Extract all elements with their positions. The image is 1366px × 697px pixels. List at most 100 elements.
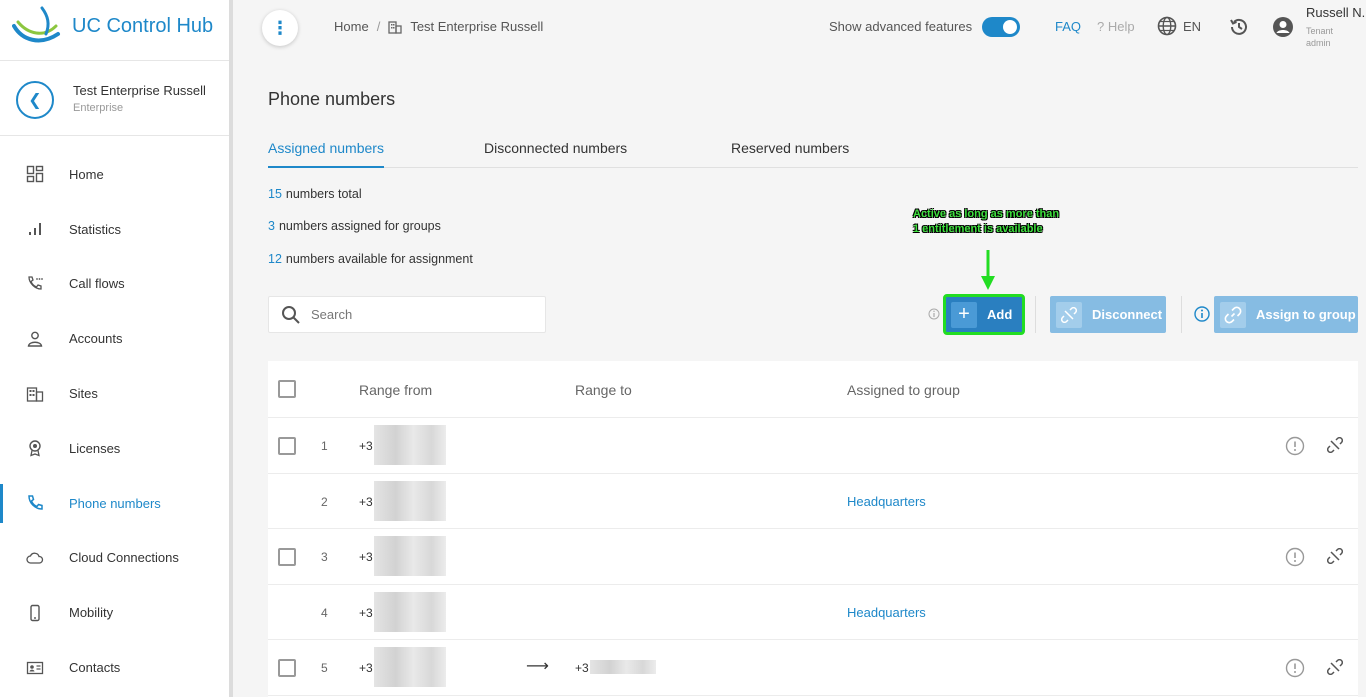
history-button[interactable]: [1228, 16, 1250, 43]
page-title: Phone numbers: [268, 89, 396, 109]
sidebar-item-phone-numbers[interactable]: Phone numbers: [0, 476, 229, 531]
breadcrumb-home[interactable]: Home: [334, 19, 369, 34]
call-flow-icon: [25, 274, 45, 294]
column-range-from[interactable]: Range from: [359, 382, 432, 398]
logo-swoosh-icon: [12, 6, 60, 43]
row-index: 4: [321, 605, 328, 620]
enterprise-name: Test Enterprise Russell: [73, 83, 206, 98]
alert-circle-icon[interactable]: [1285, 436, 1305, 461]
building-icon: [25, 384, 45, 404]
faq-link[interactable]: FAQ: [1055, 19, 1081, 34]
search-box: [268, 296, 546, 333]
help-link[interactable]: ? Help: [1097, 19, 1135, 34]
more-menu-button[interactable]: ⋮: [262, 10, 298, 46]
breadcrumb-separator: /: [376, 19, 381, 34]
range-from-value: +3: [359, 605, 373, 620]
select-all-checkbox[interactable]: [278, 380, 296, 398]
breadcrumb-enterprise[interactable]: Test Enterprise Russell: [410, 19, 543, 34]
assign-to-group-button[interactable]: Assign to group: [1214, 296, 1358, 333]
advanced-features-label: Show advanced features: [829, 19, 973, 34]
contact-card-icon: [25, 658, 45, 678]
column-assigned-group[interactable]: Assigned to group: [847, 382, 960, 398]
info-icon[interactable]: [1194, 306, 1210, 327]
table-row[interactable]: 2 +3 Headquarters: [268, 474, 1358, 530]
sidebar-item-label: Mobility: [69, 605, 114, 621]
row-checkbox[interactable]: [278, 437, 296, 455]
disconnect-button[interactable]: Disconnect: [1050, 296, 1166, 333]
sidebar-item-contacts[interactable]: Contacts: [0, 640, 229, 695]
assigned-group-link[interactable]: Headquarters: [847, 605, 926, 620]
plus-icon: +: [951, 301, 977, 328]
tab-disconnected-numbers[interactable]: Disconnected numbers: [484, 140, 627, 168]
alert-circle-icon[interactable]: [1285, 658, 1305, 683]
sidebar: UC Control Hub ❮ Test Enterprise Russell…: [0, 0, 229, 697]
sidebar-item-cloud-connections[interactable]: Cloud Connections: [0, 531, 229, 586]
building-icon: [388, 20, 402, 34]
sidebar-item-licenses[interactable]: Licenses: [0, 421, 229, 476]
range-from-value: +3: [359, 550, 373, 565]
enterprise-type: Enterprise: [73, 102, 124, 114]
sidebar-item-mobility[interactable]: Mobility: [0, 585, 229, 640]
sidebar-item-label: Licenses: [69, 440, 121, 456]
table-row[interactable]: 1 +3: [268, 418, 1358, 474]
sidebar-item-accounts[interactable]: Accounts: [0, 311, 229, 366]
table-row[interactable]: 3 +3: [268, 529, 1358, 585]
redacted-number: [374, 480, 446, 521]
search-input[interactable]: [311, 307, 531, 322]
back-button[interactable]: ❮: [16, 81, 54, 119]
sidebar-item-home[interactable]: Home: [0, 147, 229, 202]
table-row[interactable]: 5 +3 ⟶ +3: [268, 640, 1358, 696]
disconnect-button-label: Disconnect: [1092, 307, 1163, 322]
table-row[interactable]: 4 +3 Headquarters: [268, 585, 1358, 641]
disconnect-row-icon[interactable]: [1326, 659, 1344, 680]
sidebar-item-call-flows[interactable]: Call flows: [0, 257, 229, 312]
user-name[interactable]: Russell N.: [1306, 5, 1365, 20]
tab-bar: Assigned numbers Disconnected numbers Re…: [268, 140, 1358, 168]
info-icon[interactable]: [928, 307, 940, 325]
annotation-note: Active as long as more than 1 entitlemen…: [913, 208, 1060, 235]
sidebar-item-sites[interactable]: Sites: [0, 366, 229, 421]
app-title: UC Control Hub: [72, 15, 214, 37]
annotation-arrow-icon: [981, 250, 995, 290]
alert-circle-icon[interactable]: [1285, 547, 1305, 572]
sidebar-item-label: Home: [69, 166, 104, 182]
stat-total: 15 numbers total: [268, 187, 362, 201]
disconnect-row-icon[interactable]: [1326, 436, 1344, 458]
account-circle-icon: [1273, 17, 1293, 37]
sidebar-divider[interactable]: [229, 0, 233, 697]
row-checkbox[interactable]: [278, 659, 296, 678]
cloud-icon: [25, 548, 45, 568]
column-range-to[interactable]: Range to: [575, 382, 632, 398]
tab-reserved-numbers[interactable]: Reserved numbers: [731, 140, 849, 168]
person-icon: [25, 329, 45, 349]
language-code: EN: [1183, 18, 1202, 34]
assigned-group-link[interactable]: Headquarters: [847, 494, 926, 509]
history-icon: [1230, 18, 1247, 35]
link-icon: [1220, 301, 1246, 328]
sidebar-item-label: Statistics: [69, 221, 122, 237]
redacted-number: [374, 425, 446, 465]
user-avatar[interactable]: [1272, 16, 1294, 43]
vertical-dots-icon: ⋮: [271, 17, 289, 38]
unlink-icon: [1056, 301, 1082, 328]
row-checkbox[interactable]: [278, 548, 296, 567]
arrow-right-icon: ⟶: [526, 658, 549, 676]
stat-available-count: 12: [268, 252, 282, 266]
sidebar-item-label: Sites: [69, 386, 98, 402]
chevron-left-icon: ❮: [28, 92, 42, 109]
add-button[interactable]: + Add: [943, 294, 1025, 335]
disconnect-row-icon[interactable]: [1326, 548, 1344, 569]
row-index: 5: [321, 661, 328, 676]
stat-available: 12 numbers available for assignment: [268, 252, 473, 266]
sidebar-item-label: Phone numbers: [69, 495, 161, 511]
tab-assigned-numbers[interactable]: Assigned numbers: [268, 140, 384, 168]
redacted-number: [374, 647, 446, 688]
advanced-features-toggle[interactable]: [982, 17, 1020, 37]
redacted-number: [374, 591, 446, 632]
sidebar-item-statistics[interactable]: Statistics: [0, 202, 229, 257]
redacted-number: [374, 536, 446, 577]
language-selector[interactable]: EN: [1157, 16, 1201, 36]
redacted-number: [590, 660, 656, 675]
row-index: 2: [321, 494, 328, 509]
phone-icon: [25, 493, 45, 513]
